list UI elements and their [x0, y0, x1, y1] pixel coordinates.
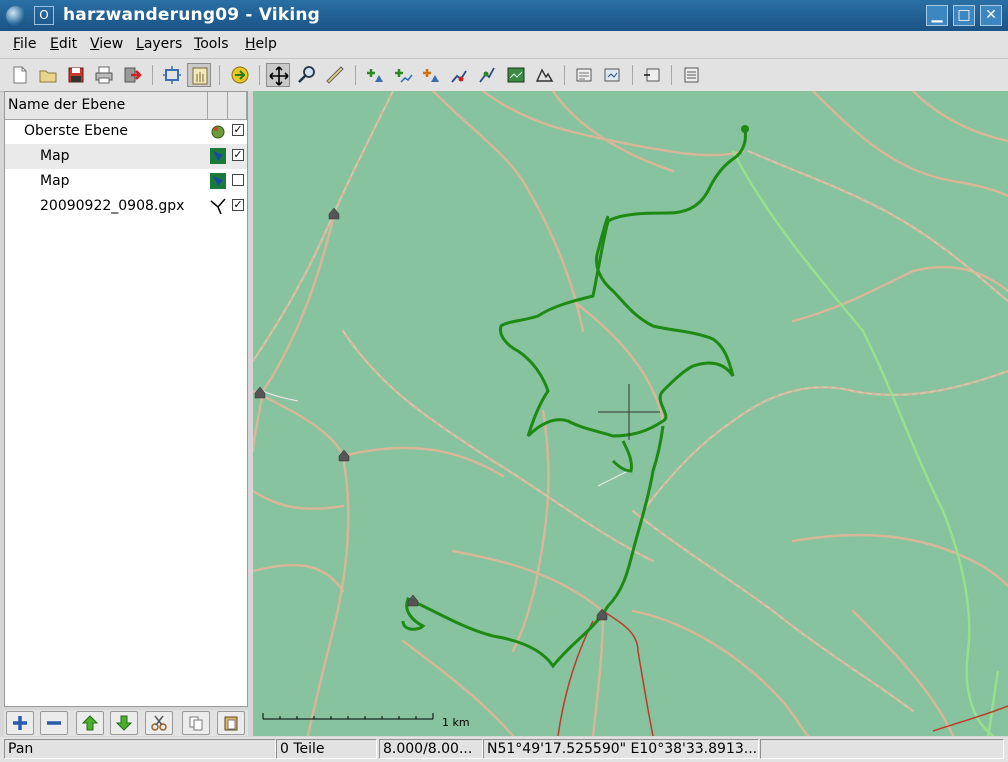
move-up-icon [82, 715, 98, 731]
copy-icon [189, 716, 203, 731]
open-icon[interactable] [36, 63, 60, 87]
splitter-grip[interactable] [253, 396, 254, 432]
layers-header: Name der Ebene [5, 92, 247, 120]
gps-track[interactable] [401, 128, 747, 669]
menu-help[interactable]: Help [245, 36, 277, 52]
layer-visible-checkbox[interactable]: ✓ [232, 124, 244, 136]
save-icon[interactable] [64, 63, 88, 87]
paste-icon [224, 716, 238, 731]
create-waypoint-icon[interactable] [363, 63, 387, 87]
layer-visible-checkbox[interactable]: ✓ [232, 199, 244, 211]
menu-tools[interactable]: Tools [194, 36, 229, 52]
cut-layer-button[interactable] [145, 711, 173, 735]
remove-layer-icon [47, 721, 61, 725]
move-down-icon [116, 715, 132, 731]
zoom-icon[interactable] [295, 63, 319, 87]
window-menu-button[interactable]: O [34, 6, 54, 25]
white-path-2 [597, 470, 629, 487]
trw-layer-icon [210, 198, 226, 214]
new-icon[interactable] [8, 63, 32, 87]
add-layer-button[interactable] [6, 711, 34, 735]
layer-properties-icon[interactable] [640, 63, 664, 87]
go-arrow-icon[interactable] [228, 63, 252, 87]
layer-row-map-1[interactable]: Map ✓ [5, 144, 247, 169]
route-finder-icon[interactable] [475, 63, 499, 87]
layer-label: 20090922_0908.gpx [40, 198, 185, 214]
map-layer-icon [210, 148, 226, 164]
menu-layers[interactable]: Layers [136, 36, 182, 52]
green-path [731, 150, 994, 736]
move-icon[interactable] [266, 63, 290, 87]
paste-layer-button[interactable] [217, 711, 245, 735]
map-layer-icon [210, 173, 226, 189]
title-bar: O harzwanderung09 - Viking ▁ □ ✕ [0, 0, 1008, 31]
menu-view[interactable]: View [90, 36, 123, 52]
map-download-icon[interactable] [504, 63, 528, 87]
remove-layer-button[interactable] [40, 711, 68, 735]
map-viewport[interactable] [253, 91, 1008, 736]
layer-row-map-2[interactable]: Map [5, 169, 247, 194]
status-zoom: 8.000/8.00... [379, 739, 483, 759]
status-position: N51°49'17.525590" E10°38'33.8913... [483, 739, 759, 759]
status-spare [760, 739, 1004, 759]
red-road [602, 610, 654, 736]
toolbar [0, 59, 1008, 92]
column-name-header[interactable]: Name der Ebene [5, 92, 208, 119]
layer-row-oberste-ebene[interactable]: Oberste Ebene ✓ [5, 119, 247, 144]
close-button[interactable]: ✕ [980, 5, 1002, 26]
move-layer-up-button[interactable] [76, 711, 104, 735]
column-name-label: Name der Ebene [8, 97, 126, 113]
edit-waypoint-icon[interactable] [419, 63, 443, 87]
layer-row-gpx[interactable]: 20090922_0908.gpx ✓ [5, 194, 247, 219]
track-start-point[interactable] [741, 125, 749, 133]
ruler-icon[interactable] [323, 63, 347, 87]
layers-panel: Name der Ebene Oberste Ebene ✓ Map ✓ Map… [4, 91, 248, 707]
status-bar: Pan 0 Teile 8.000/8.00... N51°49'17.5255… [0, 737, 1008, 762]
layer-visible-checkbox[interactable]: ✓ [232, 149, 244, 161]
map-paths [253, 91, 1008, 736]
layer-label: Oberste Ebene [24, 123, 128, 139]
window-title: harzwanderung09 - Viking [63, 5, 321, 25]
status-tool: Pan [4, 739, 276, 759]
minimize-button[interactable]: ▁ [926, 5, 948, 26]
scale-bar [262, 713, 434, 720]
column-icon-header[interactable] [208, 92, 228, 119]
shelter-icon [407, 594, 419, 607]
edit-trackpoint-icon[interactable] [447, 63, 471, 87]
crosshair [598, 384, 660, 440]
menu-bar: File Edit View Layers Tools Help [0, 31, 1008, 59]
exit-icon[interactable] [120, 63, 144, 87]
dem-download-icon[interactable] [532, 63, 556, 87]
layer-buttons-bar [4, 710, 248, 736]
green-path-end [986, 670, 1000, 736]
add-layer-icon [13, 716, 27, 730]
georef-move-icon[interactable] [600, 63, 624, 87]
move-layer-down-button[interactable] [110, 711, 138, 735]
create-track-icon[interactable] [391, 63, 415, 87]
layer-list-icon[interactable] [679, 63, 703, 87]
georef-icon[interactable] [572, 63, 596, 87]
layer-label: Map [40, 148, 70, 164]
map-canvas[interactable] [253, 91, 1008, 736]
cut-icon [151, 715, 167, 731]
aggregate-layer-icon [211, 125, 225, 139]
column-visible-header[interactable] [228, 92, 247, 119]
scale-label: 1 km [442, 716, 470, 729]
gps-track-dots [706, 128, 747, 192]
red-road-2 [557, 620, 594, 736]
zoom-to-fit-icon[interactable] [160, 63, 184, 87]
copy-layer-button[interactable] [182, 711, 210, 735]
print-icon[interactable] [92, 63, 116, 87]
menu-file[interactable]: File [13, 36, 36, 52]
viking-app-icon [6, 6, 26, 26]
menu-edit[interactable]: Edit [50, 36, 77, 52]
status-items: 0 Teile [276, 739, 377, 759]
shelter-icon [328, 207, 340, 220]
layer-label: Map [40, 173, 70, 189]
layer-visible-checkbox[interactable] [232, 174, 244, 186]
maximize-button[interactable]: □ [953, 5, 975, 26]
pan-hand-icon[interactable] [187, 63, 211, 87]
